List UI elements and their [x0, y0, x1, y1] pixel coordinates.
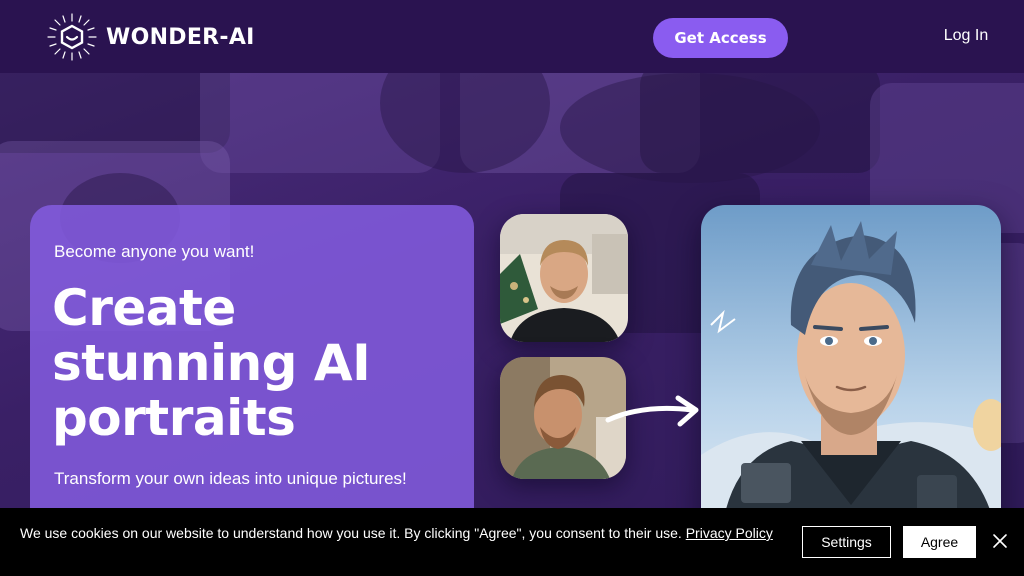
- cookie-message: We use cookies on our website to underst…: [20, 524, 780, 542]
- cookie-text: We use cookies on our website to underst…: [20, 525, 682, 541]
- ai-portrait-result: [701, 205, 1001, 535]
- privacy-policy-link[interactable]: Privacy Policy: [686, 525, 773, 541]
- hero-tagline: Become anyone you want!: [54, 242, 255, 261]
- login-link[interactable]: Log In: [930, 24, 1002, 48]
- arrow-icon: [605, 395, 699, 427]
- cookie-settings-button[interactable]: Settings: [802, 526, 891, 558]
- hero-subtitle: Transform your own ideas into unique pic…: [54, 469, 407, 488]
- get-access-button[interactable]: Get Access: [653, 18, 788, 58]
- close-icon[interactable]: [990, 531, 1010, 551]
- hero-card: Become anyone you want! Create stunning …: [30, 205, 474, 535]
- logo-icon: [47, 13, 97, 61]
- cookie-agree-button[interactable]: Agree: [903, 526, 976, 558]
- bg-shape: [560, 73, 820, 183]
- brand-logo[interactable]: WONDER-AI: [44, 11, 255, 63]
- brand-name: WONDER-AI: [106, 24, 255, 50]
- hero-headline: Create stunning AI portraits: [52, 279, 371, 447]
- sample-photo-1: [500, 214, 628, 342]
- top-navigation: WONDER-AI Get Access Log In: [0, 0, 1024, 73]
